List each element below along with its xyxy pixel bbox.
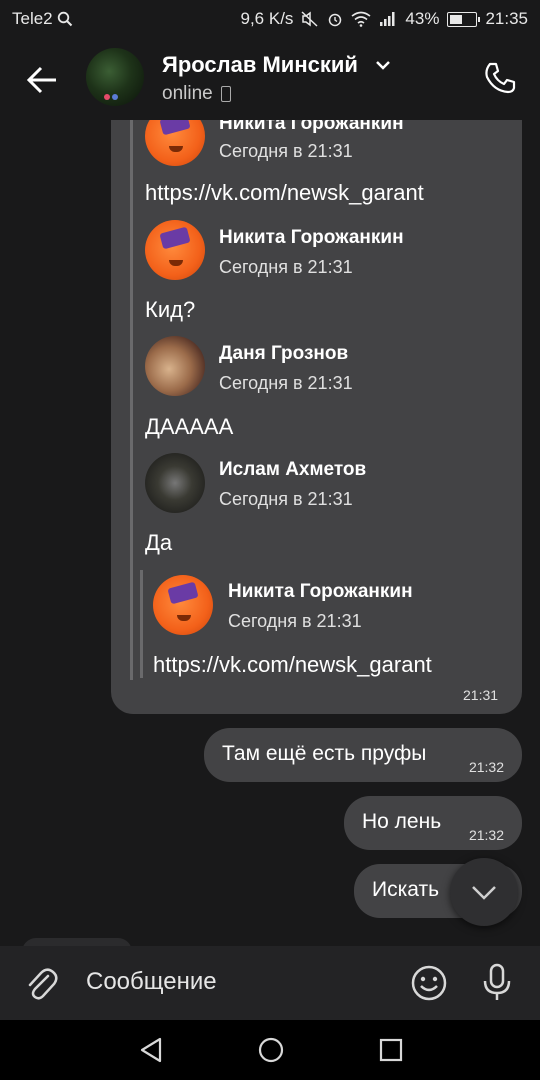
forward-text: ДААААА — [145, 414, 234, 439]
mobile-device-icon — [220, 86, 231, 102]
battery-percent: 43% — [405, 9, 440, 28]
nav-home-icon[interactable] — [258, 1037, 284, 1063]
mute-icon — [301, 11, 318, 27]
scroll-down-button[interactable] — [450, 858, 518, 926]
wifi-icon — [351, 11, 371, 27]
mic-icon[interactable] — [480, 962, 514, 1002]
nav-back-icon[interactable] — [138, 1036, 164, 1064]
forward-text[interactable]: https://vk.com/newsk_garant — [153, 652, 432, 678]
clock: 21:35 — [485, 9, 528, 28]
nested-forward-indicator — [140, 570, 143, 678]
carrier-label: Tele2 — [12, 9, 53, 28]
forward-text[interactable]: https://vk.com/newsk_garant — [145, 180, 424, 206]
message-time: 21:32 — [468, 759, 504, 775]
status-text: online — [162, 83, 213, 104]
chevron-down-icon[interactable] — [374, 56, 392, 74]
contact-status: online — [162, 83, 231, 105]
forward-author-avatar[interactable] — [145, 453, 205, 513]
forward-indicator — [130, 120, 133, 680]
forward-timestamp: Сегодня в 21:31 — [219, 257, 353, 277]
incoming-message-bubble[interactable] — [22, 938, 132, 946]
forward-text: Кид? — [145, 297, 196, 322]
message-time: 21:32 — [468, 827, 504, 843]
forward-author-avatar[interactable] — [145, 220, 205, 280]
message-text: Там ещё есть пруфы — [222, 742, 427, 765]
status-bar: Tele2 9,6 K/s 43% 21:35 — [0, 0, 540, 38]
forward-timestamp: Сегодня в 21:31 — [219, 141, 353, 161]
forward-text: Да — [145, 530, 173, 555]
forward-author[interactable]: Никита Горожанкин — [228, 581, 413, 603]
message-text: Искать — [372, 878, 440, 901]
message-bubble[interactable]: Там ещё есть пруфы 21:32 — [204, 728, 522, 782]
forward-author[interactable]: Никита Горожанкин — [219, 120, 404, 135]
attach-icon[interactable] — [24, 964, 60, 1004]
search-icon — [57, 11, 72, 27]
alarm-icon — [329, 13, 342, 27]
forward-author[interactable]: Даня Грознов — [219, 343, 348, 365]
message-text: Но лень — [362, 810, 442, 833]
contact-avatar[interactable] — [86, 48, 144, 106]
chat-header: Ярослав Минский online — [0, 38, 540, 120]
scroll-down-icon — [472, 886, 496, 900]
message-composer: Сообщение — [0, 946, 540, 1020]
chat-area[interactable]: Никита Горожанкин Сегодня в 21:31 https:… — [0, 120, 540, 946]
contact-name[interactable]: Ярослав Минский — [162, 52, 358, 78]
message-time: 21:31 — [463, 687, 499, 703]
battery-icon — [447, 11, 481, 27]
forward-timestamp: Сегодня в 21:31 — [228, 611, 362, 631]
signal-icon — [380, 12, 395, 26]
message-bubble[interactable]: Но лень 21:32 — [344, 796, 522, 850]
forward-author-avatar[interactable] — [153, 575, 213, 635]
message-input[interactable]: Сообщение — [86, 968, 217, 996]
system-navigation-bar — [0, 1020, 540, 1080]
phone-icon[interactable] — [482, 60, 518, 96]
forward-author-avatar[interactable] — [145, 336, 205, 396]
back-arrow-icon[interactable] — [22, 60, 62, 100]
emoji-icon[interactable] — [410, 964, 448, 1002]
forward-timestamp: Сегодня в 21:31 — [219, 373, 353, 393]
forward-timestamp: Сегодня в 21:31 — [219, 489, 353, 509]
forward-author[interactable]: Ислам Ахметов — [219, 459, 366, 481]
forward-author[interactable]: Никита Горожанкин — [219, 227, 404, 249]
network-speed: 9,6 K/s — [240, 9, 294, 28]
nav-recent-icon[interactable] — [379, 1038, 403, 1062]
